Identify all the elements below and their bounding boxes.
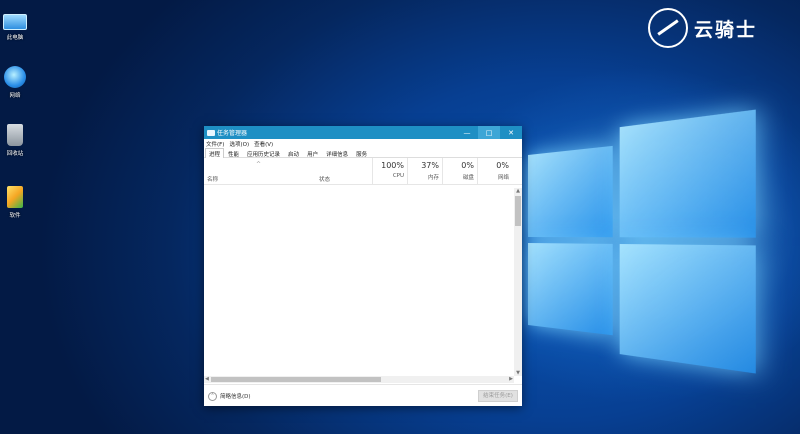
scroll-up-icon[interactable]: ▲ [514,188,522,194]
disk-percent: 0% [461,161,474,170]
title-bar[interactable]: 任务管理器 — □ ✕ [204,126,522,139]
tab-details[interactable]: 详细信息 [322,148,352,158]
column-disk[interactable]: 0% 磁盘 [442,158,477,184]
maximize-button[interactable]: □ [478,126,500,139]
tab-app-history[interactable]: 应用历史记录 [243,148,284,158]
footer-bar: ⌃ 简略信息(D) 结束任务(E) [204,384,522,407]
menu-view[interactable]: 查看(V) [254,140,273,148]
fewer-details-label: 简略信息(D) [220,394,251,400]
column-header-row: ^ 名称 状态 100% CPU 37% 内存 0% 磁盘 0% 网络 [204,158,522,185]
desktop-icon-network[interactable]: 网络 [2,66,28,99]
column-status[interactable]: 状态 [319,175,330,183]
desktop-icon-label: 网络 [9,93,21,99]
menu-file[interactable]: 文件(F) [206,140,224,148]
chevron-up-icon: ⌃ [208,391,217,401]
process-list[interactable] [204,188,514,376]
desktop-icon-label: 回收站 [6,151,24,157]
horizontal-scroll-thumb[interactable] [211,377,381,382]
minimize-button[interactable]: — [456,126,478,139]
brand-watermark: 云骑士 [648,8,757,48]
vertical-scroll-thumb[interactable] [515,196,521,226]
desktop-icon-software[interactable]: 软件 [2,186,28,219]
cpu-label: CPU [392,173,404,179]
tab-users[interactable]: 用户 [303,148,322,158]
end-task-button[interactable]: 结束任务(E) [478,390,518,402]
fewer-details-button[interactable]: ⌃ 简略信息(D) [204,391,251,401]
network-percent: 0% [496,161,509,170]
tab-strip: 进程 性能 应用历史记录 启动 用户 详细信息 服务 [204,148,522,158]
windows-logo-wallpaper [528,104,759,374]
computer-icon [3,14,27,30]
logo-pane [528,243,613,336]
vertical-scrollbar[interactable]: ▲ ▼ [514,188,522,376]
cpu-percent: 100% [381,161,404,170]
desktop-icon-recycle-bin[interactable]: 回收站 [2,124,28,157]
logo-pane [619,109,756,238]
scroll-right-icon[interactable]: ▶ [509,376,513,382]
close-button[interactable]: ✕ [500,126,522,139]
memory-label: 内存 [427,175,439,181]
window-title: 任务管理器 [217,130,248,137]
tab-services[interactable]: 服务 [352,148,371,158]
desktop-icon-this-pc[interactable]: 此电脑 [2,8,28,41]
desktop-icon-label: 此电脑 [6,35,24,41]
column-memory[interactable]: 37% 内存 [407,158,442,184]
scroll-down-icon[interactable]: ▼ [514,370,522,376]
tab-processes[interactable]: 进程 [205,148,225,158]
disk-label: 磁盘 [462,175,474,181]
column-name[interactable]: 名称 [207,175,218,183]
column-network[interactable]: 0% 网络 [477,158,512,184]
network-label: 网络 [497,175,509,181]
menu-bar: 文件(F) 选项(O) 查看(V) [204,139,522,148]
tab-startup[interactable]: 启动 [284,148,303,158]
folder-icon [7,186,23,208]
logo-pane [619,243,756,374]
recycle-bin-icon [7,124,23,146]
desktop-icon-label: 软件 [9,213,21,219]
knight-logo-icon [648,8,688,48]
brand-text: 云骑士 [694,18,758,41]
column-cpu[interactable]: 100% CPU [372,158,407,184]
memory-percent: 37% [421,161,439,170]
network-icon [4,66,26,88]
task-manager-icon [207,129,215,136]
tab-performance[interactable]: 性能 [224,148,243,158]
logo-pane [528,145,613,238]
task-manager-window[interactable]: 任务管理器 — □ ✕ 文件(F) 选项(O) 查看(V) 进程 性能 应用历史… [204,126,522,406]
scroll-left-icon[interactable]: ◀ [205,376,209,382]
menu-options[interactable]: 选项(O) [229,140,249,148]
sort-indicator-icon: ^ [256,161,262,168]
horizontal-scrollbar[interactable]: ◀ ▶ [204,376,514,383]
